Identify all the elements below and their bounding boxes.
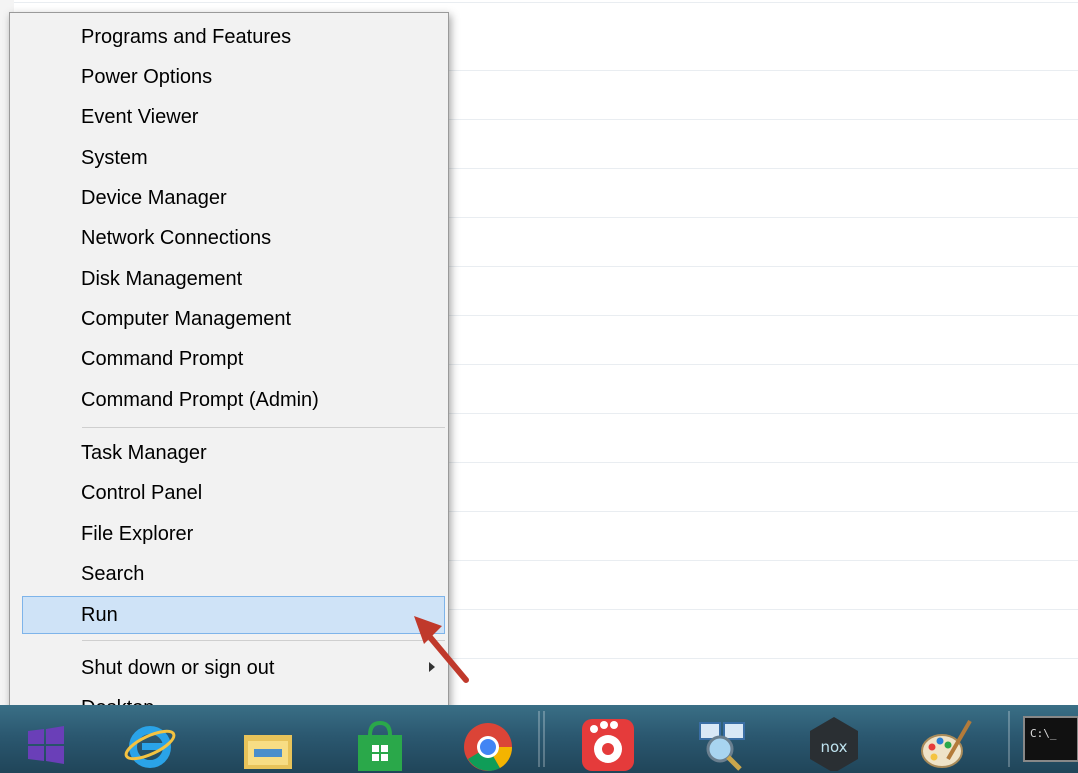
command-prompt-label: C:\_ bbox=[1030, 727, 1057, 740]
media-player-icon[interactable] bbox=[580, 715, 636, 771]
menu-item-label: Event Viewer bbox=[81, 106, 199, 128]
menu-item-file-explorer[interactable]: File Explorer bbox=[22, 515, 445, 553]
taskbar-divider bbox=[538, 711, 540, 767]
menu-item-label: File Explorer bbox=[81, 523, 194, 545]
file-explorer-icon[interactable] bbox=[240, 715, 296, 771]
command-prompt-icon[interactable]: C:\_ bbox=[1022, 711, 1078, 767]
menu-item-command-prompt-admin[interactable]: Command Prompt (Admin) bbox=[22, 381, 445, 419]
start-icon[interactable] bbox=[14, 723, 78, 767]
menu-item-device-manager[interactable]: Device Manager bbox=[22, 179, 445, 217]
annotation-arrow-icon bbox=[414, 616, 469, 683]
menu-item-system[interactable]: System bbox=[22, 139, 445, 177]
menu-item-search[interactable]: Search bbox=[22, 555, 445, 593]
menu-item-label: Control Panel bbox=[81, 482, 203, 504]
menu-item-shut-down-or-sign-out[interactable]: Shut down or sign out bbox=[22, 649, 445, 687]
menu-item-task-manager[interactable]: Task Manager bbox=[22, 434, 445, 472]
menu-item-label: Disk Management bbox=[81, 268, 243, 290]
taskbar-divider bbox=[1008, 711, 1010, 767]
menu-item-label: Programs and Features bbox=[81, 26, 292, 48]
menu-item-run[interactable]: Run bbox=[22, 596, 445, 634]
menu-item-label: Shut down or sign out bbox=[81, 657, 275, 679]
menu-separator bbox=[82, 640, 445, 641]
paint-icon[interactable] bbox=[918, 715, 974, 771]
menu-separator bbox=[82, 427, 445, 428]
store-icon[interactable] bbox=[352, 715, 408, 771]
menu-item-event-viewer[interactable]: Event Viewer bbox=[22, 98, 445, 136]
menu-item-label: Network Connections bbox=[81, 227, 272, 249]
taskbar-divider bbox=[543, 711, 545, 767]
menu-item-control-panel[interactable]: Control Panel bbox=[22, 474, 445, 512]
menu-item-label: Computer Management bbox=[81, 308, 292, 330]
menu-item-command-prompt[interactable]: Command Prompt bbox=[22, 340, 445, 378]
taskbar: nox C:\_ bbox=[0, 705, 1078, 773]
menu-item-label: Power Options bbox=[81, 66, 213, 88]
network-explorer-icon[interactable] bbox=[694, 715, 750, 771]
menu-item-label: Device Manager bbox=[81, 187, 227, 209]
winx-context-menu: Programs and Features Power Options Even… bbox=[9, 12, 449, 734]
chrome-icon[interactable] bbox=[460, 715, 516, 771]
menu-item-power-options[interactable]: Power Options bbox=[22, 58, 445, 96]
menu-item-disk-management[interactable]: Disk Management bbox=[22, 260, 445, 298]
menu-item-label: Command Prompt (Admin) bbox=[81, 389, 319, 411]
menu-item-label: Run bbox=[81, 604, 118, 626]
menu-item-label: Task Manager bbox=[81, 442, 207, 464]
menu-item-label: Command Prompt bbox=[81, 348, 244, 370]
menu-item-programs-and-features[interactable]: Programs and Features bbox=[22, 18, 445, 56]
menu-item-label: System bbox=[81, 147, 148, 169]
menu-item-computer-management[interactable]: Computer Management bbox=[22, 300, 445, 338]
internet-explorer-icon[interactable] bbox=[122, 715, 178, 771]
menu-item-label: Search bbox=[81, 563, 145, 585]
nox-label: nox bbox=[820, 738, 847, 756]
nox-icon[interactable]: nox bbox=[806, 715, 862, 771]
menu-item-network-connections[interactable]: Network Connections bbox=[22, 219, 445, 257]
